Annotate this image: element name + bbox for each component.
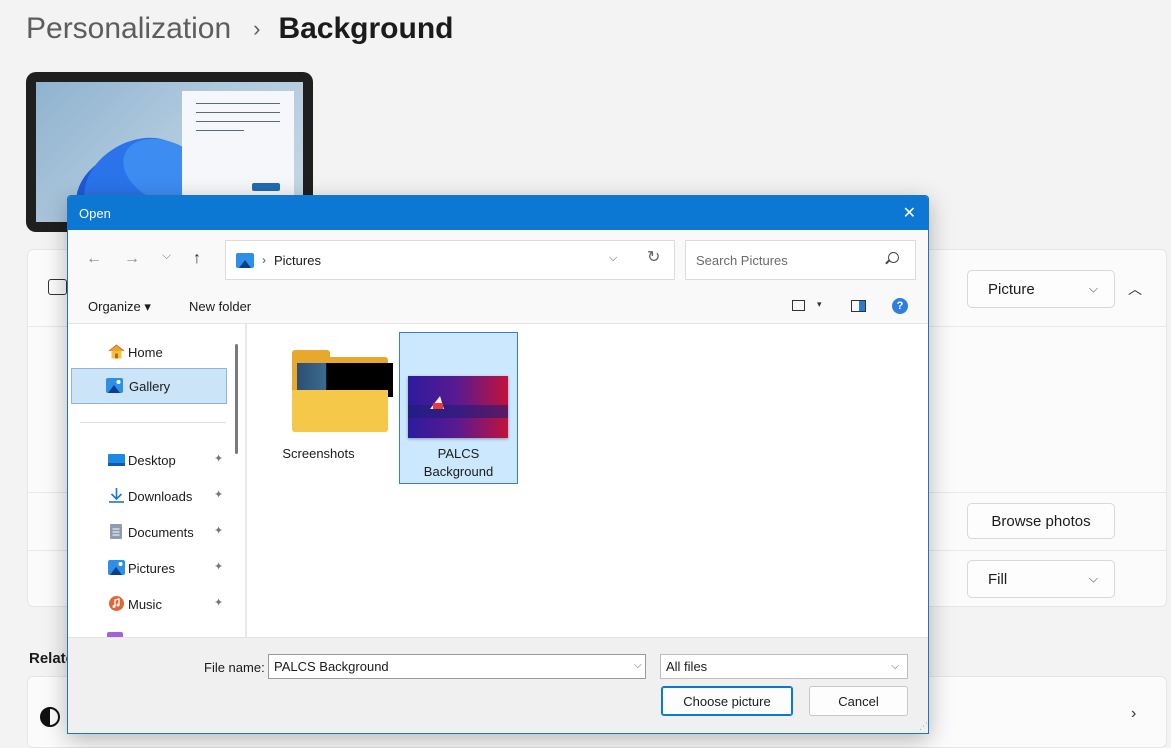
nav-divider xyxy=(80,422,226,423)
file-name: Screenshots xyxy=(282,446,355,461)
pin-icon[interactable]: ✦ xyxy=(214,452,223,465)
desktop-icon xyxy=(108,454,125,466)
sidebar-item-music[interactable]: Music ✦ xyxy=(72,588,227,620)
organize-button[interactable]: Organize ▾ xyxy=(88,299,151,315)
pictures-icon xyxy=(108,560,125,575)
chevron-right-icon[interactable]: › xyxy=(1131,705,1136,723)
search-icon[interactable] xyxy=(888,252,899,263)
chevron-down-icon: ⌵ xyxy=(1088,571,1098,586)
documents-icon xyxy=(110,524,122,539)
folder-screenshots[interactable]: Screenshots xyxy=(259,332,393,484)
chevron-up-icon[interactable]: ︿ xyxy=(1128,279,1142,299)
file-type-value: All files xyxy=(666,659,708,674)
forward-arrow-icon[interactable]: → xyxy=(124,250,140,268)
background-type-select[interactable]: Picture ⌵ xyxy=(967,270,1115,308)
cancel-button[interactable]: Cancel xyxy=(809,686,908,716)
navigation-bar: ← → ⌵ ↑ › Pictures ⌵ ↻ Search Pictures xyxy=(68,230,928,290)
new-folder-button[interactable]: New folder xyxy=(189,299,251,314)
dialog-title: Open xyxy=(79,205,111,221)
file-name-field[interactable]: PALCS Background xyxy=(268,654,646,679)
pin-icon[interactable]: ✦ xyxy=(214,488,223,501)
nav-pane-scrollbar[interactable] xyxy=(235,344,238,454)
address-separator: › xyxy=(262,253,266,267)
downloads-icon xyxy=(109,488,124,503)
refresh-icon[interactable]: ↻ xyxy=(647,247,660,267)
music-icon xyxy=(109,596,124,611)
contrast-icon xyxy=(40,707,60,727)
file-type-select[interactable]: All files ⌵ xyxy=(660,654,908,679)
file-name-line2: Background xyxy=(423,464,494,479)
file-name-label: File name: xyxy=(204,660,265,675)
image-thumbnail xyxy=(408,376,508,438)
open-file-dialog: Open ✕ ← → ⌵ ↑ › Pictures ⌵ ↻ Search Pic… xyxy=(67,195,929,734)
back-arrow-icon[interactable]: ← xyxy=(86,250,102,268)
sidebar-item-home[interactable]: Home xyxy=(72,336,227,368)
pictures-icon xyxy=(236,252,254,268)
recent-locations-icon[interactable]: ⌵ xyxy=(162,248,171,263)
dialog-body: Home Gallery Desktop ✦ Downloads ✦ Docum… xyxy=(68,324,928,637)
pin-icon[interactable]: ✦ xyxy=(214,596,223,609)
picture-icon xyxy=(48,279,67,295)
view-dropdown-icon[interactable]: ▾ xyxy=(817,299,822,310)
preview-pane-icon[interactable] xyxy=(851,300,866,312)
sidebar-item-downloads[interactable]: Downloads ✦ xyxy=(72,480,227,512)
file-name-dropdown-icon[interactable]: ⌵ xyxy=(634,660,642,671)
file-list: Screenshots PALCS Background xyxy=(246,324,928,637)
page-title: Background xyxy=(278,12,454,45)
breadcrumb-personalization[interactable]: Personalization xyxy=(26,12,231,46)
gallery-icon xyxy=(106,378,123,393)
pin-icon[interactable]: ✦ xyxy=(214,524,223,537)
resize-grip-icon[interactable]: ⋰ xyxy=(919,721,928,732)
browse-photos-button[interactable]: Browse photos xyxy=(967,503,1115,539)
breadcrumb-separator: › xyxy=(253,16,261,41)
address-bar[interactable]: › Pictures xyxy=(225,240,675,280)
file-name-line1: PALCS xyxy=(437,446,480,461)
sidebar-item-documents[interactable]: Documents ✦ xyxy=(72,516,227,548)
background-type-value: Picture xyxy=(988,280,1035,298)
sidebar-item-gallery[interactable]: Gallery xyxy=(71,368,227,404)
up-arrow-icon[interactable]: ↑ xyxy=(193,250,201,268)
search-placeholder: Search Pictures xyxy=(696,252,788,268)
sidebar-item-label: Documents xyxy=(128,524,194,540)
command-bar: Organize ▾ New folder ▾ ? xyxy=(68,290,928,324)
navigation-pane: Home Gallery Desktop ✦ Downloads ✦ Docum… xyxy=(68,324,246,637)
address-location[interactable]: Pictures xyxy=(274,253,321,268)
home-icon xyxy=(108,344,125,359)
close-icon[interactable]: ✕ xyxy=(903,203,916,223)
sidebar-item-label: Home xyxy=(128,344,163,360)
address-dropdown-icon[interactable]: ⌵ xyxy=(609,252,617,265)
help-icon[interactable]: ? xyxy=(892,298,908,314)
dialog-footer: File name: PALCS Background ⌵ All files … xyxy=(68,637,928,733)
sidebar-item-desktop[interactable]: Desktop ✦ xyxy=(72,444,227,476)
search-input[interactable]: Search Pictures xyxy=(685,240,916,280)
chevron-down-icon: ⌵ xyxy=(1088,281,1098,296)
file-palcs-background[interactable]: PALCS Background xyxy=(399,332,518,484)
sidebar-item-label: Music xyxy=(128,596,162,612)
fit-select[interactable]: Fill ⌵ xyxy=(967,560,1115,598)
chevron-down-icon: ⌵ xyxy=(891,661,899,672)
breadcrumb: Personalization › Background xyxy=(26,12,453,46)
view-icon[interactable] xyxy=(792,300,805,311)
sidebar-item-label: Gallery xyxy=(129,378,171,394)
choose-picture-button[interactable]: Choose picture xyxy=(661,686,793,716)
sidebar-item-pictures[interactable]: Pictures ✦ xyxy=(72,552,227,584)
dialog-titlebar[interactable]: Open ✕ xyxy=(68,196,928,230)
sidebar-item-label: Desktop xyxy=(128,452,176,468)
sidebar-item-label: Pictures xyxy=(128,560,175,576)
pin-icon[interactable]: ✦ xyxy=(214,560,223,573)
fit-value: Fill xyxy=(988,570,1008,588)
sidebar-item-label: Downloads xyxy=(128,488,193,504)
